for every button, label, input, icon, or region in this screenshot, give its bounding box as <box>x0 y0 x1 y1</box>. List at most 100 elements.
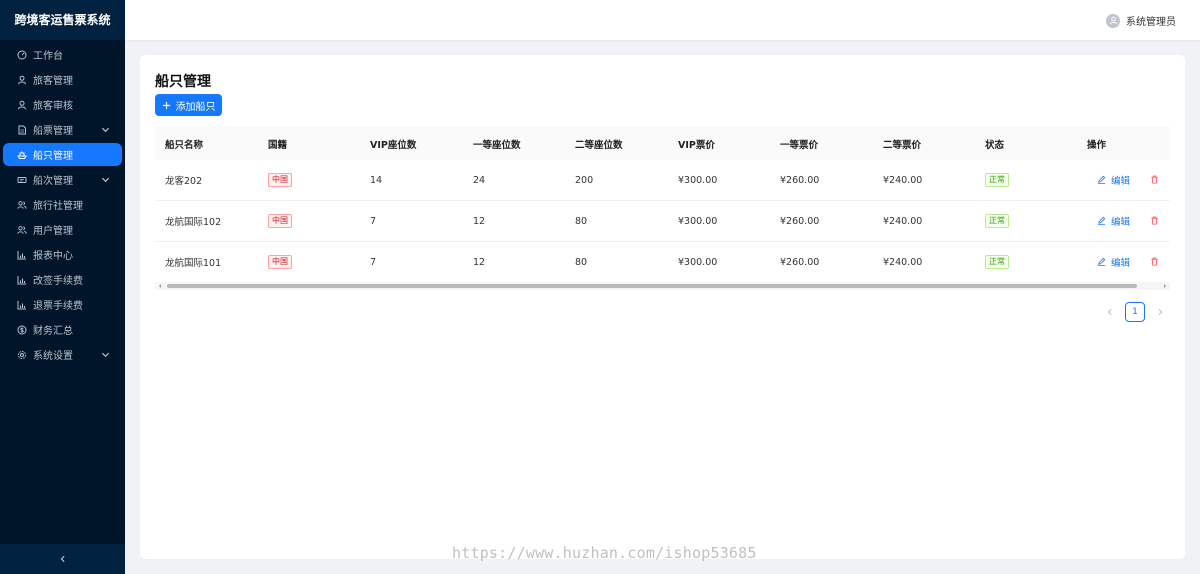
scrollbar-thumb[interactable] <box>167 284 1137 288</box>
sidebar-item-label: 旅客审核 <box>33 101 73 112</box>
sidebar-item-label: 财务汇总 <box>33 326 73 337</box>
col-header-second-seats: 二等座位数 <box>565 127 668 160</box>
cell-nationality: 中国 <box>258 241 360 283</box>
edit-icon <box>1097 217 1106 225</box>
dollar-icon <box>17 325 27 335</box>
sidebar-item-12[interactable]: 系统设置 <box>3 343 122 366</box>
scroll-left-icon[interactable] <box>157 283 163 289</box>
sidebar-item-1[interactable]: 旅客管理 <box>3 68 122 91</box>
next-page-button[interactable] <box>1150 302 1170 322</box>
cell-ops: 编辑 <box>1077 160 1170 201</box>
sidebar-item-10[interactable]: 退票手续费 <box>3 293 122 316</box>
ticket-icon <box>17 175 27 185</box>
col-header-ops: 操作 <box>1077 127 1170 160</box>
delete-icon <box>1151 257 1158 266</box>
cell-status: 正常 <box>975 241 1077 283</box>
page-title: 船只管理 <box>155 74 211 90</box>
sidebar-item-11[interactable]: 财务汇总 <box>3 318 122 341</box>
add-ship-button-label: 添加船只 <box>175 101 216 113</box>
cell-ops: 编辑 <box>1077 241 1170 283</box>
edit-button-label: 编辑 <box>1111 257 1131 269</box>
document-icon <box>17 125 27 135</box>
cell-first-price: ¥260.00 <box>770 160 873 201</box>
scroll-right-icon[interactable] <box>1162 283 1168 289</box>
sidebar: 跨境客运售票系统 工作台旅客管理旅客审核船票管理 船只管理船次管理旅行社管理用户管… <box>0 0 125 574</box>
status-badge: 正常 <box>985 214 1009 228</box>
sidebar-item-label: 退票手续费 <box>33 301 83 312</box>
chevron-down-icon <box>101 352 110 358</box>
edit-button-label: 编辑 <box>1111 175 1131 187</box>
sidebar-item-5[interactable]: 船次管理 <box>3 168 122 191</box>
edit-button[interactable]: 编辑 <box>1097 214 1130 228</box>
sidebar-menu: 工作台旅客管理旅客审核船票管理 船只管理船次管理旅行社管理用户管理报表中心改签手续… <box>0 40 125 366</box>
app-title: 跨境客运售票系统 <box>0 0 125 40</box>
gear-icon <box>17 350 27 360</box>
edit-button[interactable]: 编辑 <box>1097 173 1130 187</box>
cell-vip-seats: 14 <box>360 160 463 201</box>
sidebar-item-7[interactable]: 用户管理 <box>3 218 122 241</box>
avatar <box>1106 13 1120 28</box>
user-icon <box>17 100 27 110</box>
cell-second-seats: 200 <box>565 160 668 201</box>
table-row: 龙航国际102 中国 7 12 80 ¥300.00 ¥260.00 ¥240.00 正常 编辑 <box>155 200 1170 242</box>
ship-icon <box>17 150 27 160</box>
cell-second-price: ¥240.00 <box>873 200 975 242</box>
col-header-first-seats: 一等座位数 <box>463 127 565 160</box>
cell-first-seats: 12 <box>463 241 565 283</box>
cell-vip-price: ¥300.00 <box>668 200 770 242</box>
dashboard-icon <box>17 50 27 60</box>
cell-name: 龙航国际102 <box>155 200 258 242</box>
sidebar-item-2[interactable]: 旅客审核 <box>3 93 122 116</box>
sidebar-item-label: 用户管理 <box>33 226 73 237</box>
cell-status: 正常 <box>975 200 1077 242</box>
chevron-right-icon <box>1158 308 1163 316</box>
col-header-status: 状态 <box>975 127 1077 160</box>
sidebar-item-label: 改签手续费 <box>33 276 83 287</box>
collapse-sidebar-button[interactable] <box>0 544 125 574</box>
sidebar-item-8[interactable]: 报表中心 <box>3 243 122 266</box>
cell-first-seats: 12 <box>463 200 565 242</box>
delete-button[interactable] <box>1150 216 1159 225</box>
delete-icon <box>1151 175 1158 184</box>
col-header-first-price: 一等票价 <box>770 127 873 160</box>
edit-icon <box>1097 176 1106 184</box>
page-number-button[interactable]: 1 <box>1125 302 1145 322</box>
user-menu[interactable]: 系统管理员 <box>1106 13 1176 28</box>
chevron-down-icon <box>101 177 110 183</box>
table-row: 龙客202 中国 14 24 200 ¥300.00 ¥260.00 ¥240.00 正常 编辑 <box>155 160 1170 201</box>
cell-first-price: ¥260.00 <box>770 200 873 242</box>
content-card: 船只管理 添加船只 船只名称 国籍 VIP座位数 一等座位数 二等座位数 VIP… <box>140 55 1185 559</box>
sidebar-item-3[interactable]: 船票管理 <box>3 118 122 141</box>
ships-table: 船只名称 国籍 VIP座位数 一等座位数 二等座位数 VIP票价 一等票价 二等… <box>155 127 1170 287</box>
delete-button[interactable] <box>1150 175 1159 184</box>
plus-icon <box>162 101 170 109</box>
edit-icon <box>1097 258 1106 266</box>
edit-button[interactable]: 编辑 <box>1097 255 1130 269</box>
sidebar-item-9[interactable]: 改签手续费 <box>3 268 122 291</box>
cell-second-seats: 80 <box>565 241 668 283</box>
status-badge: 正常 <box>985 173 1009 187</box>
bar-chart-icon <box>17 250 27 260</box>
prev-page-button[interactable] <box>1100 302 1120 322</box>
user-icon <box>1109 16 1117 25</box>
cell-first-seats: 24 <box>463 160 565 201</box>
sidebar-item-0[interactable]: 工作台 <box>3 43 122 66</box>
col-header-nationality: 国籍 <box>258 127 360 160</box>
sidebar-item-label: 报表中心 <box>33 251 73 262</box>
add-ship-button[interactable]: 添加船只 <box>155 94 222 116</box>
sidebar-item-6[interactable]: 旅行社管理 <box>3 193 122 216</box>
chevron-down-icon <box>101 127 110 133</box>
watermark-text: https://www.huzhan.com/ishop53685 <box>452 544 757 562</box>
cell-second-price: ¥240.00 <box>873 160 975 201</box>
table-row: 龙航国际101 中国 7 12 80 ¥300.00 ¥260.00 ¥240.00 正常 编辑 <box>155 241 1170 283</box>
chevron-left-icon <box>60 555 65 563</box>
sidebar-item-label: 工作台 <box>33 51 63 62</box>
sidebar-item-4[interactable]: 船只管理 <box>3 143 122 166</box>
horizontal-scrollbar[interactable] <box>155 282 1170 290</box>
top-bar: 系统管理员 <box>125 0 1200 40</box>
sidebar-item-label: 旅客管理 <box>33 76 73 87</box>
nationality-tag: 中国 <box>268 214 292 228</box>
delete-button[interactable] <box>1150 257 1159 266</box>
nationality-tag: 中国 <box>268 255 292 269</box>
sidebar-item-label: 船次管理 <box>33 176 73 187</box>
